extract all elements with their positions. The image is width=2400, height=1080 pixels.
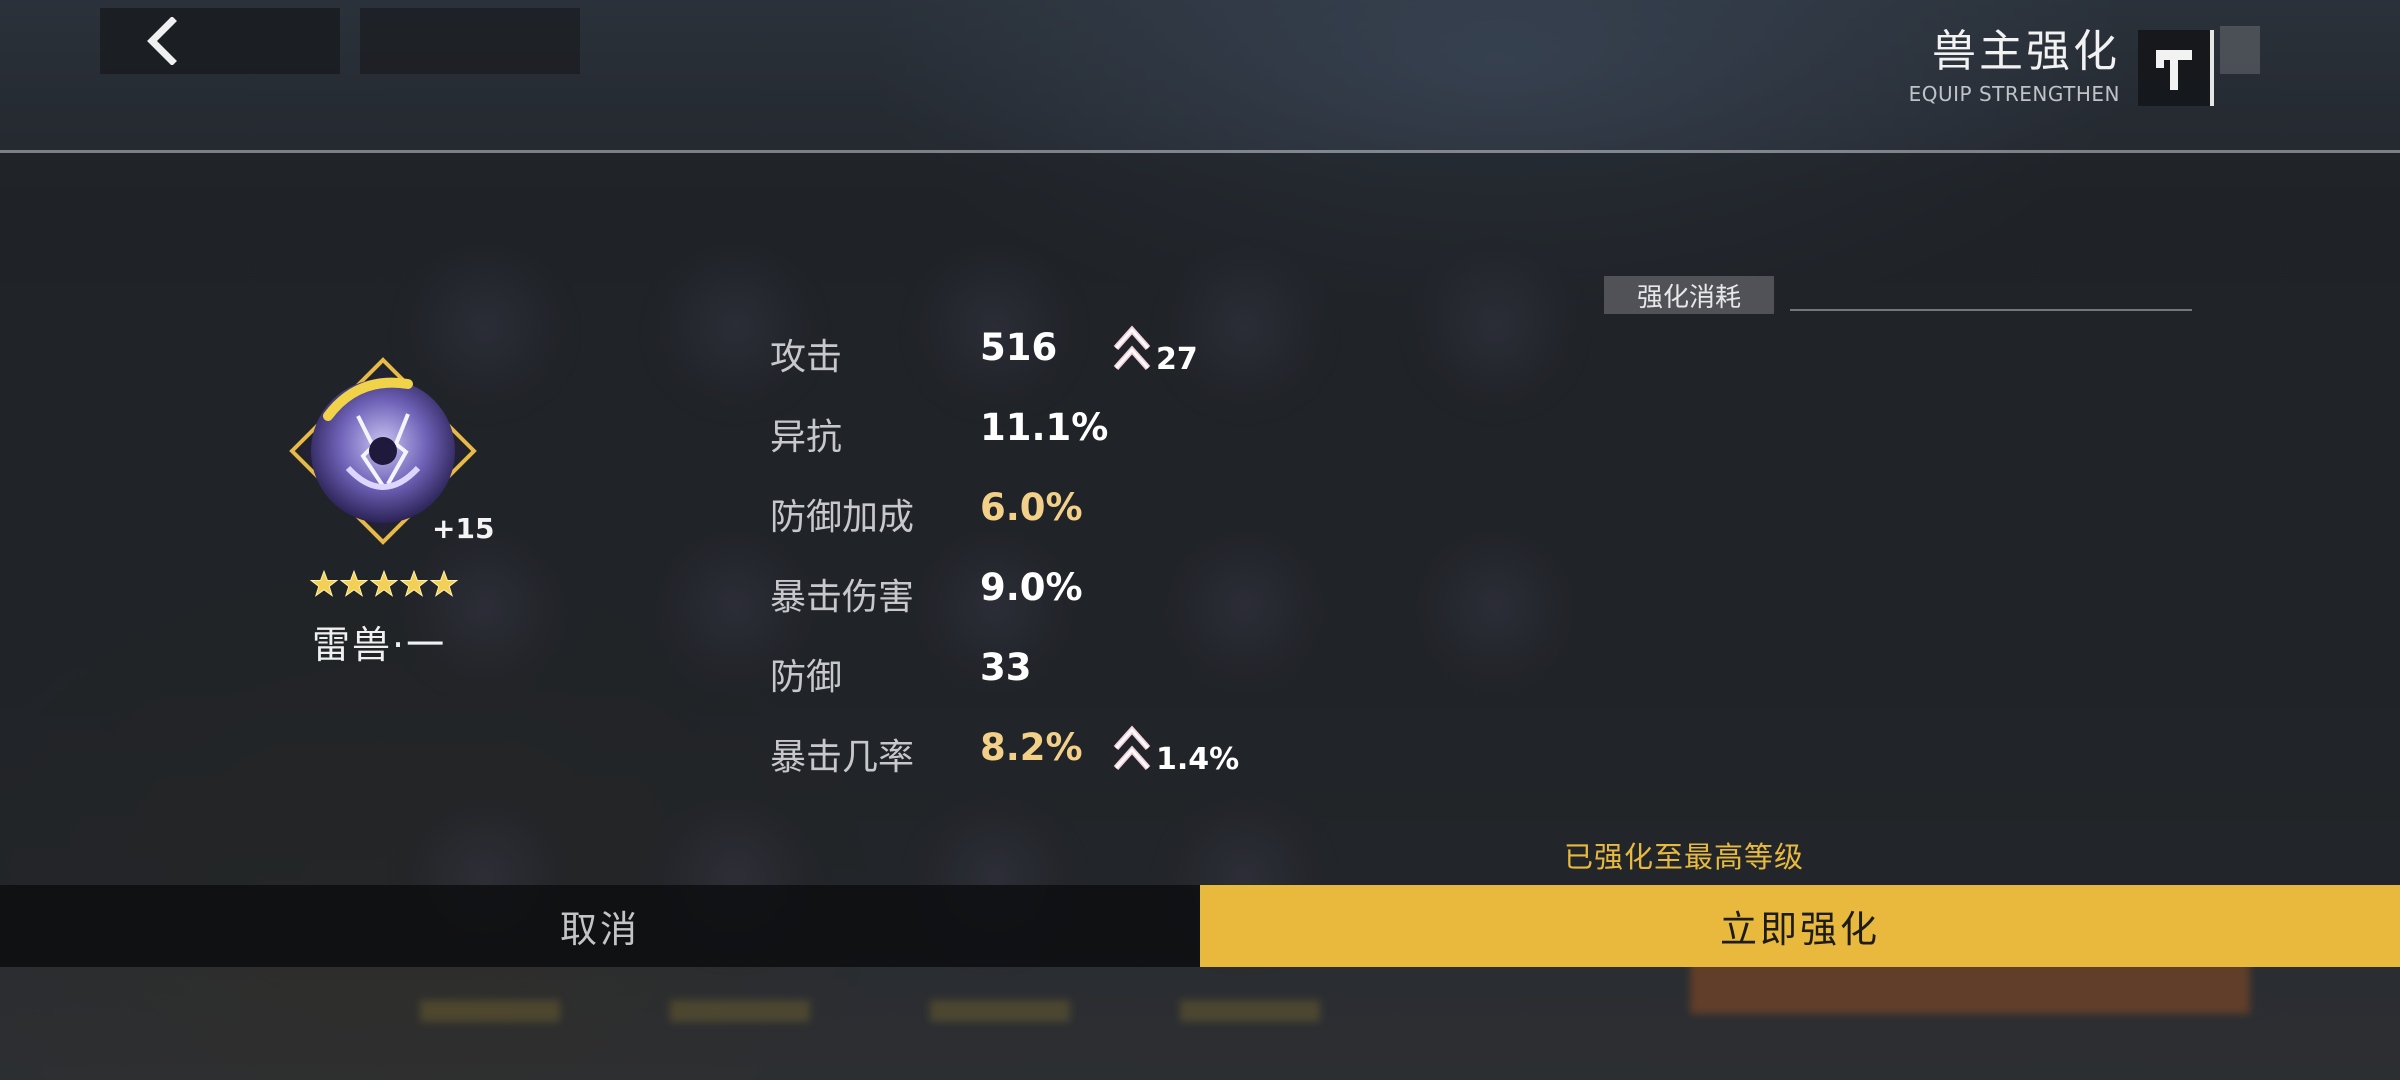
stat-increase: 27 <box>1156 342 1198 377</box>
stat-row: 暴击伤害 9.0% <box>770 562 1370 622</box>
double-up-arrow-icon <box>1113 325 1151 370</box>
stat-value: 516 <box>980 326 1058 369</box>
stat-value: 6.0% <box>980 486 1083 529</box>
stat-label: 异抗 <box>770 417 843 458</box>
equipment-level: +15 <box>432 512 495 545</box>
title-block: 兽主强化 EQUIP STRENGTHEN <box>1909 26 2120 106</box>
stat-row: 异抗 11.1% <box>770 402 1370 462</box>
page-subtitle: EQUIP STRENGTHEN <box>1908 82 2120 106</box>
star-icon <box>310 570 338 597</box>
stat-row: 暴击几率 8.2% 1.4% <box>770 722 1370 782</box>
stat-value: 9.0% <box>980 566 1083 609</box>
stat-value: 8.2% <box>980 726 1083 769</box>
stat-label: 防御加成 <box>770 497 915 538</box>
top-chip <box>2220 26 2260 74</box>
status-message: 已强化至最高等级 <box>1564 840 1805 874</box>
double-up-arrow-icon <box>1113 725 1151 770</box>
title-divider <box>2210 30 2214 106</box>
stat-value: 33 <box>980 646 1032 689</box>
stat-label: 攻击 <box>770 337 843 378</box>
cost-divider <box>1790 309 2192 311</box>
stat-row: 攻击 516 27 <box>770 322 1370 382</box>
strengthen-now-button[interactable]: 立即强化 <box>1200 885 2400 967</box>
chevron-left-icon <box>147 17 177 65</box>
cost-label: 强化消耗 <box>1604 276 1774 314</box>
hammer-icon <box>2138 30 2210 106</box>
stat-row: 防御加成 6.0% <box>770 482 1370 542</box>
star-icon <box>400 570 428 597</box>
stat-label: 暴击伤害 <box>770 577 915 618</box>
page-title: 兽主强化 <box>1932 26 2120 77</box>
strengthen-now-button-label: 立即强化 <box>1720 908 1880 951</box>
star-icon <box>340 570 368 597</box>
stat-row: 防御 33 <box>770 642 1370 702</box>
stat-label: 暴击几率 <box>770 737 915 778</box>
equipment-name: 雷兽·一 <box>312 623 447 667</box>
cancel-button[interactable]: 取消 <box>0 885 1200 967</box>
star-rating <box>310 570 458 598</box>
top-bar: 兽主强化 EQUIP STRENGTHEN <box>0 0 2400 153</box>
stat-increase: 1.4% <box>1156 742 1240 777</box>
top-menu-button[interactable] <box>360 8 580 74</box>
cancel-button-label: 取消 <box>560 908 640 951</box>
stat-label: 防御 <box>770 657 843 698</box>
star-icon <box>370 570 398 597</box>
back-button[interactable] <box>100 8 340 74</box>
stat-value: 11.1% <box>980 406 1109 449</box>
star-icon <box>430 570 458 597</box>
